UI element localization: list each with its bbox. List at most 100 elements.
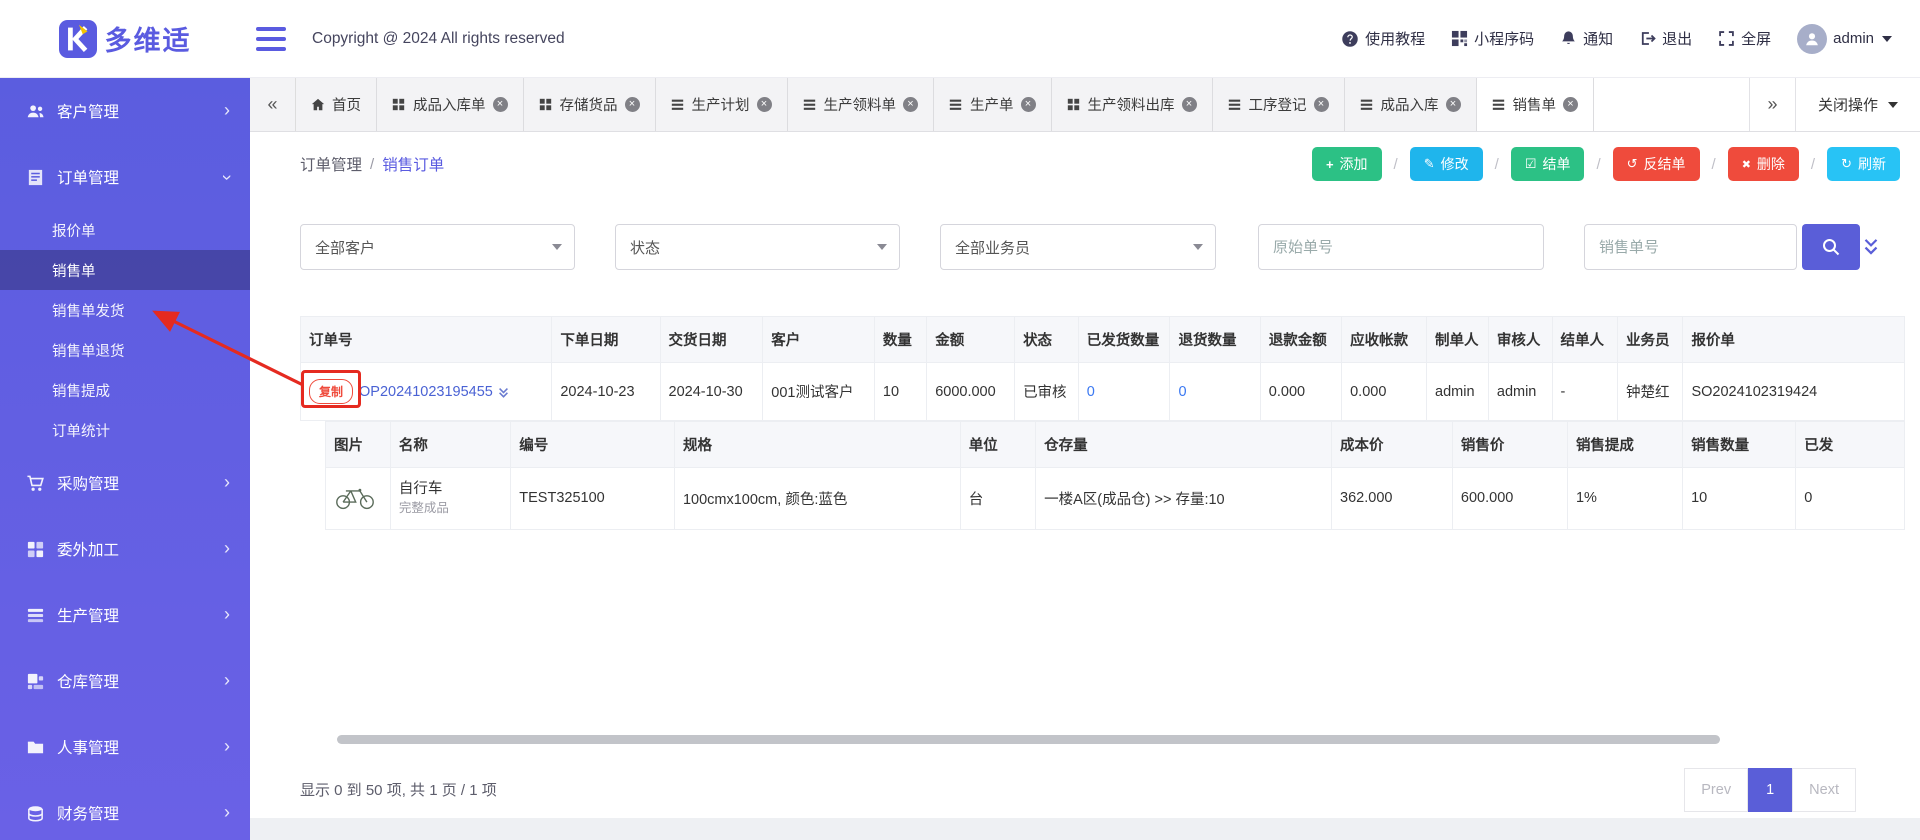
close-icon[interactable] xyxy=(903,97,918,112)
cost-price-cell: 362.000 xyxy=(1331,467,1453,530)
tabbar-spacer xyxy=(1594,78,1749,131)
refresh-button[interactable]: 刷新 xyxy=(1827,147,1900,181)
shipped-qty-link[interactable]: 0 xyxy=(1087,384,1095,400)
return-qty-link[interactable]: 0 xyxy=(1178,384,1186,400)
next-page-button[interactable]: Next xyxy=(1792,767,1856,812)
copy-button[interactable]: 复制 xyxy=(309,379,354,404)
chevron-right-icon: › xyxy=(224,603,230,624)
close-order-button[interactable]: 结单 xyxy=(1510,147,1585,181)
status-select[interactable]: 状态 xyxy=(615,224,900,270)
add-button[interactable]: 添加 xyxy=(1311,147,1382,181)
menu-toggle-icon[interactable] xyxy=(256,26,286,51)
tab-production-plan[interactable]: 生产计划 xyxy=(655,78,788,131)
sidebar-item-warehouse[interactable]: 仓库管理 › xyxy=(0,648,250,714)
advanced-filter-toggle-icon[interactable] xyxy=(1860,236,1882,258)
qr-code-icon xyxy=(1452,30,1468,47)
tabs-scroll-left-icon[interactable] xyxy=(250,78,296,131)
edit-button[interactable]: 修改 xyxy=(1409,147,1483,181)
tab-process-registration[interactable]: 工序登记 xyxy=(1212,78,1345,131)
stock-cell: 一楼A区(成品仓) >> 存量:10 xyxy=(1035,467,1333,530)
chevron-down-icon xyxy=(1888,101,1898,108)
sidebar-item-customers[interactable]: 客户管理 › xyxy=(0,78,250,144)
user-menu[interactable]: admin xyxy=(1797,23,1892,54)
page-1-button[interactable]: 1 xyxy=(1748,767,1793,812)
notifications-link[interactable]: 通知 xyxy=(1560,28,1613,49)
sidebar-item-finance[interactable]: 财务管理 › xyxy=(0,780,250,840)
tab-production-order[interactable]: 生产单 xyxy=(934,78,1052,131)
prev-page-button[interactable]: Prev xyxy=(1684,767,1749,812)
logout-icon xyxy=(1641,32,1656,45)
tab-finished-goods-inbound-order[interactable]: 成品入库单 xyxy=(377,78,524,131)
fullscreen-link[interactable]: 全屏 xyxy=(1718,28,1771,49)
customer-select[interactable]: 全部客户 xyxy=(300,224,575,270)
sidebar-item-quotation[interactable]: 报价单 xyxy=(0,210,250,250)
delete-button[interactable]: 删除 xyxy=(1727,147,1799,181)
order-row[interactable]: 复制 OP20241023195455 2024-10-23 2024-10-30… xyxy=(300,362,1905,421)
order-date-cell: 2024-10-23 xyxy=(551,362,661,421)
search-icon xyxy=(1823,239,1840,256)
warehouse-icon xyxy=(26,672,45,691)
sidebar-item-outsourcing[interactable]: 委外加工 › xyxy=(0,516,250,582)
grid-icon xyxy=(539,98,553,112)
tab-finished-goods-inbound[interactable]: 成品入库 xyxy=(1344,78,1477,131)
tab-sales-order[interactable]: 销售单 xyxy=(1476,78,1594,131)
tab-production-picking-order[interactable]: 生产领料单 xyxy=(787,78,934,131)
chevron-down-icon xyxy=(1882,35,1892,42)
detail-header-row: 图片 名称 编号 规格 单位 仓存量 成本价 销售价 销售提成 销售数量 已发 xyxy=(325,421,1905,468)
close-icon[interactable] xyxy=(1445,97,1461,112)
tab-home[interactable]: 首页 xyxy=(296,78,377,131)
tab-production-picking-outbound[interactable]: 生产领料出库 xyxy=(1051,78,1213,131)
list-icon xyxy=(1492,98,1506,112)
sidebar-item-order-stats[interactable]: 订单统计 xyxy=(0,410,250,450)
production-icon xyxy=(26,606,45,625)
expand-detail-icon[interactable] xyxy=(497,386,510,399)
tab-stored-goods[interactable]: 存储货品 xyxy=(523,78,656,131)
order-detail-table: 图片 名称 编号 规格 单位 仓存量 成本价 销售价 销售提成 销售数量 已发 xyxy=(325,421,1905,530)
chevron-right-icon: › xyxy=(224,735,230,756)
app-logo[interactable]: 多维适 xyxy=(0,19,250,58)
commission-cell: 1% xyxy=(1566,467,1684,530)
close-icon[interactable] xyxy=(1020,97,1036,112)
tabs-scroll-right-icon[interactable] xyxy=(1748,78,1795,131)
close-operations-menu[interactable]: 关闭操作 xyxy=(1794,78,1920,131)
sidebar-item-sales-order[interactable]: 销售单 xyxy=(0,250,250,290)
original-no-input[interactable] xyxy=(1273,238,1529,256)
miniprogram-link[interactable]: 小程序码 xyxy=(1451,28,1534,49)
help-link[interactable]: 使用教程 xyxy=(1341,28,1425,49)
reopen-order-button[interactable]: 反结单 xyxy=(1612,147,1700,181)
close-icon[interactable] xyxy=(624,97,640,112)
product-type-label: 完整成品 xyxy=(398,501,449,516)
horizontal-scrollbar[interactable] xyxy=(337,734,1720,744)
product-image-cell[interactable] xyxy=(325,467,391,530)
breadcrumb-current: 销售订单 xyxy=(382,157,445,174)
bell-icon xyxy=(1562,31,1575,44)
breadcrumb-parent[interactable]: 订单管理 xyxy=(300,153,362,175)
sidebar-item-purchasing[interactable]: 采购管理 › xyxy=(0,450,250,516)
hr-folder-icon xyxy=(26,738,45,757)
order-no-link[interactable]: OP20241023195455 xyxy=(359,384,493,400)
close-icon[interactable] xyxy=(756,97,772,112)
close-icon[interactable] xyxy=(1313,97,1329,112)
home-icon xyxy=(311,98,325,112)
close-icon[interactable] xyxy=(492,97,508,112)
sidebar-item-orders[interactable]: 订单管理 › xyxy=(0,144,250,210)
help-circle-icon xyxy=(1342,30,1358,47)
orders-table: 订单号 下单日期 交货日期 客户 数量 金额 状态 已发货数量 退货数量 退款金… xyxy=(300,316,1905,421)
sidebar-item-production[interactable]: 生产管理 › xyxy=(0,582,250,648)
logout-link[interactable]: 退出 xyxy=(1639,28,1692,49)
sidebar-item-sales-commission[interactable]: 销售提成 xyxy=(0,370,250,410)
finance-coins-icon xyxy=(26,804,45,823)
receivable-cell: 0.000 xyxy=(1341,362,1428,421)
amount-cell: 6000.000 xyxy=(926,362,1016,421)
sales-no-input[interactable] xyxy=(1599,238,1782,256)
salesman-select[interactable]: 全部业务员 xyxy=(940,224,1216,270)
sidebar: 客户管理 › 订单管理 › 报价单 销售单 销售单发货 销售单退货 销售提成 订… xyxy=(0,78,250,840)
chevron-down-icon: › xyxy=(217,174,238,180)
close-icon[interactable] xyxy=(1563,97,1578,112)
close-icon[interactable] xyxy=(1181,97,1197,112)
sidebar-item-sales-return[interactable]: 销售单退货 xyxy=(0,330,250,370)
sidebar-item-hr[interactable]: 人事管理 › xyxy=(0,714,250,780)
sidebar-item-sales-shipment[interactable]: 销售单发货 xyxy=(0,290,250,330)
search-button[interactable] xyxy=(1802,224,1860,270)
filter-bar: 全部客户 状态 全部业务员 xyxy=(300,224,1892,270)
